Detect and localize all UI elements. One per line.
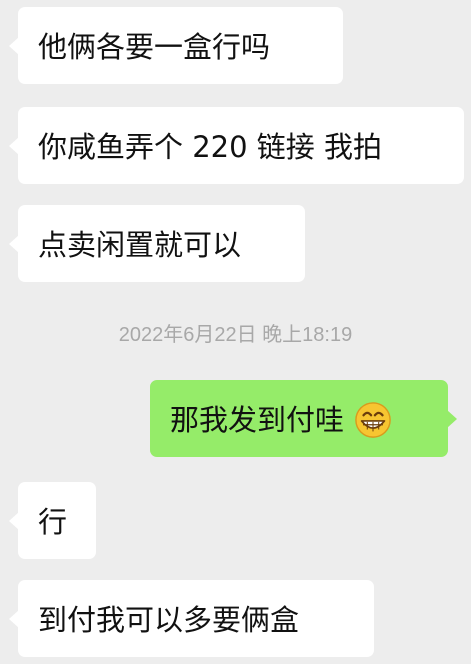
message-text: 他俩各要一盒行吗 [38,29,271,64]
message-text: 你咸鱼弄个 220 链接 我拍 [38,129,383,164]
message-bubble-incoming[interactable]: 到付我可以多要俩盒 [9,580,374,657]
message-bubble-outgoing[interactable]: 那我发到付哇 [150,380,457,457]
message-bubble-incoming[interactable]: 行 [9,482,96,559]
message-bubble-incoming[interactable]: 他俩各要一盒行吗 [9,7,343,84]
message-text: 行 [38,504,68,539]
message-bubble-incoming[interactable]: 你咸鱼弄个 220 链接 我拍 [9,107,464,184]
grinning-face-icon [355,402,392,438]
message-text: 到付我可以多要俩盒 [38,602,300,637]
message-text: 点卖闲置就可以 [38,227,242,262]
chat-view: 他俩各要一盒行吗 你咸鱼弄个 220 链接 我拍 点卖闲置就可以 2022年6月… [0,0,471,664]
message-text: 那我发到付哇 [170,402,345,437]
message-bubble-incoming[interactable]: 点卖闲置就可以 [9,205,305,282]
timestamp: 2022年6月22日 晚上18:19 [118,324,353,346]
